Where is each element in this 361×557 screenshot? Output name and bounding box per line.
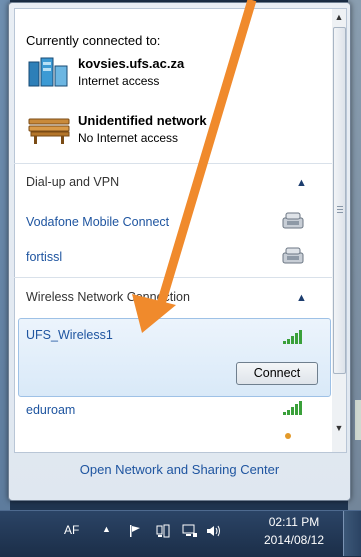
- network-tray-icon[interactable]: [182, 524, 198, 538]
- annotation-arrow-icon: [132, 0, 257, 333]
- clock-date: 2014/08/12: [263, 533, 325, 547]
- clock-time: 02:11 PM: [268, 515, 320, 529]
- show-hidden-icons-chevron-icon[interactable]: ▲: [102, 524, 111, 534]
- device-tray-icon[interactable]: [156, 524, 170, 538]
- action-center-flag-icon[interactable]: [128, 524, 142, 538]
- show-desktop-button[interactable]: [343, 511, 361, 556]
- language-indicator[interactable]: AF: [64, 523, 79, 537]
- system-clock[interactable]: 02:11 PM 2014/08/12: [258, 513, 330, 549]
- volume-icon[interactable]: [206, 524, 222, 538]
